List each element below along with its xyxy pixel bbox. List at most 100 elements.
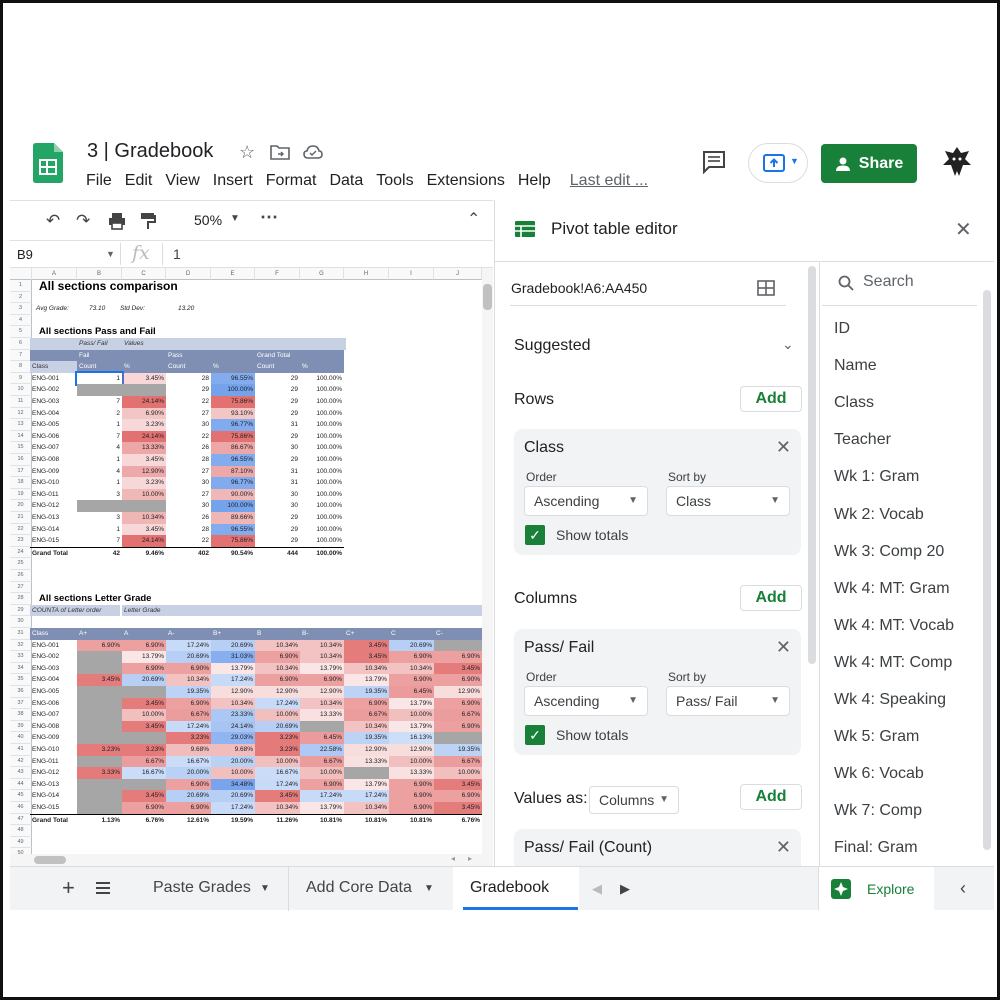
row-header[interactable]: 24 [10,546,32,559]
grid-cell[interactable]: 10.34% [166,674,211,686]
grid-cell[interactable]: 6.90% [389,802,434,814]
grid-cell[interactable]: 10.00% [389,755,434,768]
grid-cell[interactable]: 10.00% [122,709,166,721]
grid-cell[interactable]: 29 [255,396,300,408]
pivot-header[interactable]: B+ [211,628,255,640]
grid-cell[interactable]: 17.24% [344,790,389,802]
grid-cell[interactable]: 3.23% [255,732,300,744]
row-header[interactable]: 28 [10,593,32,605]
grand-total-cell[interactable]: 100.00% [300,546,344,559]
grid-cell[interactable]: 3.45% [255,790,300,802]
move-folder-icon[interactable] [270,144,290,160]
grid-cell[interactable]: 6.67% [434,709,482,721]
grid-cell[interactable]: 12.90% [300,686,344,698]
row-header[interactable]: 26 [10,570,32,582]
grid-cell[interactable]: 10.34% [300,651,344,663]
undo-icon[interactable]: ↶ [46,211,60,231]
pivot-header[interactable]: Letter Grade [122,604,482,617]
menu-tools[interactable]: Tools [376,172,413,190]
row-header[interactable]: 15 [10,442,32,454]
values-as-select[interactable]: Columns ▼ [589,786,679,814]
class-cell[interactable]: ENG-010 [30,477,77,489]
grand-total-cell[interactable]: 19.59% [211,813,255,826]
grid-cell[interactable]: 17.24% [255,697,300,710]
grand-total-cell[interactable]: 402 [166,546,211,559]
class-cell[interactable]: ENG-001 [30,373,77,385]
class-cell[interactable]: ENG-001 [30,640,77,652]
grid-cell[interactable]: 10.34% [300,697,344,710]
grid-cell[interactable]: 29 [255,408,300,420]
grid-cell[interactable] [77,651,122,663]
grid-cell[interactable]: 20.69% [211,639,255,652]
grid-cell[interactable]: 6.45% [389,686,434,698]
grid-cell[interactable] [122,732,166,744]
grid-cell[interactable]: 6.67% [434,755,482,768]
grid-cell[interactable]: 13.33% [344,755,389,768]
grid-cell[interactable]: 20.69% [166,651,211,663]
std-value[interactable]: 13.20 [176,303,216,315]
grid-cell[interactable]: 30 [255,500,300,512]
class-cell[interactable]: ENG-010 [30,744,77,756]
grid-cell[interactable]: 31 [255,466,300,478]
grid-cell[interactable]: 28 [166,454,211,466]
grid-cell[interactable]: 3.23% [122,744,166,756]
grid-cell[interactable]: 100.00% [300,442,344,454]
grid-cell[interactable]: 28 [166,524,211,536]
pivot-header[interactable]: C [389,628,434,640]
remove-column-field-icon[interactable]: ✕ [776,637,791,658]
grid-cell[interactable]: 6.90% [300,778,344,791]
row-header[interactable]: 5 [10,326,32,338]
grid-cell[interactable]: 24.14% [122,430,166,443]
grid-cell[interactable]: 20.69% [122,674,166,686]
grid-cell[interactable]: 6.90% [344,697,389,710]
grid-cell[interactable]: 12.90% [211,686,255,698]
grid-cell[interactable]: 29 [255,535,300,547]
row-order-select[interactable]: Ascending ▼ [524,486,648,516]
grid-cell[interactable]: 26 [166,442,211,454]
grid-cell[interactable]: 10.00% [255,755,300,768]
grid-cell[interactable]: 10.34% [255,802,300,814]
empty-cell[interactable] [77,384,166,396]
pivot-header[interactable]: Count [255,361,300,373]
tab-menu-icon[interactable]: ▼ [260,883,270,894]
grid-cell[interactable]: 31 [255,419,300,431]
pivot-header[interactable]: Grand Total [255,349,344,362]
add-column-button[interactable]: Add [740,585,802,611]
share-button[interactable]: Share [821,144,917,183]
present-dropdown-icon[interactable]: ▼ [790,156,799,166]
grid-cell[interactable]: 31 [255,477,300,489]
grid-cell[interactable] [77,686,122,698]
grid-cell[interactable]: 30 [166,419,211,431]
pivot-header[interactable]: Count [166,361,211,373]
row-header[interactable]: 25 [10,558,32,570]
grid-cell[interactable]: 96.77% [211,477,255,489]
grid-cell[interactable]: 100.00% [300,373,344,385]
field-item[interactable]: Teacher [834,431,891,449]
grid-cell[interactable]: 1 [75,370,124,387]
grid-cell[interactable]: 20.69% [211,790,255,802]
grand-total-cell[interactable]: 11.26% [255,813,300,826]
grid-cell[interactable]: 6.90% [434,720,482,733]
grid-cell[interactable]: 17.24% [166,639,211,652]
account-avatar[interactable] [938,143,976,181]
paint-format-icon[interactable] [140,212,156,230]
grid-cell[interactable]: 100.00% [211,384,255,396]
menu-data[interactable]: Data [329,172,363,190]
grid-cell[interactable]: 100.00% [300,535,344,547]
grid-cell[interactable]: 100.00% [300,396,344,408]
grid-cell[interactable]: 1 [77,477,122,489]
class-cell[interactable]: ENG-002 [30,384,77,396]
grid-cell[interactable]: 3.23% [77,744,122,756]
add-row-button[interactable]: Add [740,386,802,412]
grid-cell[interactable]: 24.14% [122,535,166,547]
pivot-header[interactable]: Values [122,338,346,350]
grid-cell[interactable]: 3.33% [77,767,122,779]
document-title[interactable]: 3 | Gradebook [87,140,213,163]
grid-cell[interactable]: 29 [255,512,300,524]
spreadsheet-grid[interactable]: A B C D E F G H I J 1 2 3 4 5 6 7 8 9 10 11 12 13 14 15 16 17 18 19 2… [10,268,482,854]
grid-cell[interactable]: 75.86% [211,535,255,547]
grid-cell[interactable]: 3 [77,512,122,524]
grid-cell[interactable]: 6.90% [166,802,211,814]
row-header[interactable]: 14 [10,430,32,443]
grid-cell[interactable]: 87.10% [211,465,255,478]
